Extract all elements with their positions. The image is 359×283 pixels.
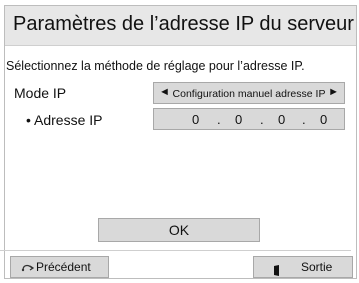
back-button[interactable]: Précédent bbox=[10, 256, 109, 278]
exit-button[interactable]: Sortie bbox=[253, 256, 353, 278]
ip-octet-1[interactable]: 0 bbox=[192, 112, 199, 127]
dialog-title: Paramètres de l’adresse IP du serveur bbox=[13, 13, 354, 35]
ip-separator: . bbox=[302, 112, 306, 127]
ip-address-field[interactable]: 0 . 0 . 0 . 0 bbox=[153, 108, 345, 130]
exit-button-label: Sortie bbox=[301, 260, 333, 274]
dialog-title-bar: Paramètres de l’adresse IP du serveur bbox=[5, 6, 356, 46]
ip-mode-label: Mode IP bbox=[14, 85, 67, 101]
ip-octet-2[interactable]: 0 bbox=[235, 112, 242, 127]
ip-mode-value: Configuration manuel adresse IP bbox=[172, 88, 326, 100]
back-button-label: Précédent bbox=[36, 260, 91, 274]
ip-separator: . bbox=[260, 112, 264, 127]
instruction-text: Sélectionnez la méthode de réglage pour … bbox=[6, 59, 305, 73]
ip-octet-3[interactable]: 0 bbox=[278, 112, 285, 127]
ip-octet-4[interactable]: 0 bbox=[320, 112, 327, 127]
footer-divider bbox=[0, 250, 351, 251]
previous-option-arrow-icon[interactable]: ◄ bbox=[159, 86, 170, 98]
ip-address-label: • Adresse IP bbox=[26, 112, 103, 128]
ip-separator: . bbox=[217, 112, 221, 127]
exit-door-icon bbox=[273, 262, 281, 282]
ok-button[interactable]: OK bbox=[98, 218, 260, 242]
return-arrow-icon bbox=[21, 257, 35, 283]
ip-mode-selector[interactable]: ◄ Configuration manuel adresse IP ► bbox=[153, 82, 345, 104]
next-option-arrow-icon[interactable]: ► bbox=[328, 86, 339, 98]
